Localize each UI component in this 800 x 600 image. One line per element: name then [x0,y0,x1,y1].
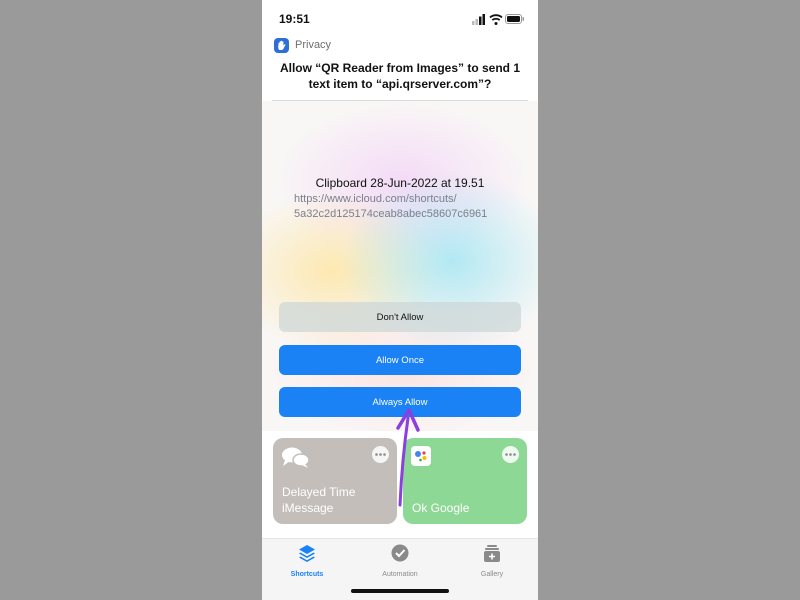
tab-gallery[interactable]: Gallery [452,543,532,578]
shortcut-tile-delayed-time-imessage[interactable]: Delayed Time iMessage [273,438,397,524]
shortcut-label-line-1: Ok Google [412,501,470,515]
privacy-header: Privacy [274,37,331,53]
status-bar: 19:51 [262,0,538,34]
dont-allow-button[interactable]: Don't Allow [279,302,521,332]
tab-automation-label: Automation [382,571,418,578]
home-indicator [351,589,449,593]
dialog-title: Allow “QR Reader from Images” to send 1 … [279,61,521,91]
battery-icon [505,14,524,24]
clock-check-icon [391,544,409,562]
more-options-icon[interactable] [502,446,519,463]
tab-automation[interactable]: Automation [360,543,440,578]
shortcut-label-line-2: iMessage [282,501,334,515]
clipboard-url: https://www.icloud.com/shortcuts/ 5a32c2… [294,192,487,222]
clipboard-url-line-2: 5a32c2d125174ceab8abec58607c6961 [294,208,488,220]
tab-shortcuts-label: Shortcuts [290,571,324,578]
shortcut-label: Ok Google [412,500,469,516]
tab-gallery-label: Gallery [480,571,504,578]
shortcut-tile-ok-google[interactable]: Ok Google [403,438,527,524]
allow-once-button[interactable]: Allow Once [279,345,521,375]
wifi-icon [489,14,503,25]
status-icons [472,14,524,25]
chat-bubbles-icon [281,446,311,475]
clipboard-title: Clipboard 28-Jun-2022 at 19.51 [315,176,485,190]
privacy-label: Privacy [295,39,332,51]
shortcut-label: Delayed Time iMessage [282,484,355,516]
phone-screen: 19:51 Privacy Allow “QR Reader from Imag… [262,0,538,600]
stacked-layers-icon [299,545,315,562]
status-time: 19:51 [279,12,310,26]
more-options-icon[interactable] [372,446,389,463]
hand-icon [274,37,289,53]
gallery-icon [484,545,500,562]
tab-shortcuts[interactable]: Shortcuts [267,543,347,578]
dialog-background [262,101,538,431]
shortcut-label-line-1: Delayed Time [282,485,356,499]
signal-icon [472,14,485,25]
clipboard-url-line-1: https://www.icloud.com/shortcuts/ [294,193,457,205]
google-assistant-icon [411,446,431,471]
always-allow-button[interactable]: Always Allow [279,387,521,417]
